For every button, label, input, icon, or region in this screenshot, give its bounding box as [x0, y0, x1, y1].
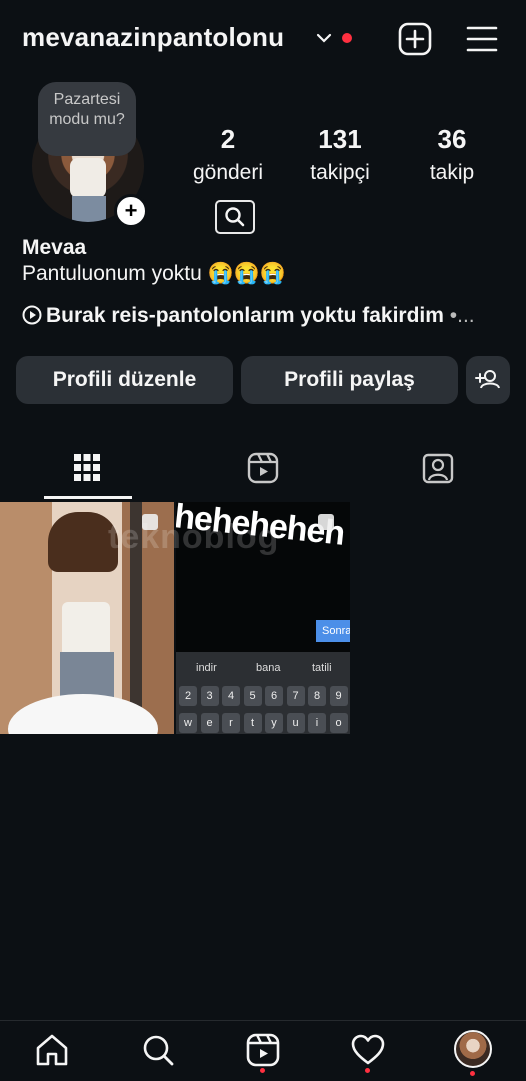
hamburger-menu-icon[interactable] [466, 24, 498, 54]
keyboard-key: r [222, 713, 240, 733]
keyboard-key: 8 [308, 686, 326, 706]
profile-search-button[interactable] [215, 200, 255, 234]
search-icon [225, 207, 245, 227]
post-sonra-button: Sonra [316, 620, 350, 642]
keyboard-key: 7 [286, 686, 305, 706]
tab-tagged[interactable] [350, 440, 525, 500]
keyboard-key: o [329, 713, 348, 733]
profile-username[interactable]: mevanazinpantolonu [22, 22, 284, 53]
play-circle-icon [22, 305, 42, 325]
keyboard-key: i [308, 713, 326, 733]
tab-grid[interactable] [0, 440, 175, 500]
reels-badge-dot [260, 1068, 265, 1073]
keyboard-key: w [179, 713, 197, 733]
suggestion-1: indir [196, 662, 217, 674]
keyboard-key: 4 [222, 686, 240, 706]
keyboard-key: 6 [265, 686, 283, 706]
followers-label: takipçi [310, 161, 370, 184]
grid-icon [74, 454, 100, 481]
tagged-icon [422, 453, 454, 484]
reels-icon [247, 452, 279, 484]
add-user-icon [475, 370, 500, 389]
heart-icon[interactable] [350, 1032, 386, 1068]
posts-label: gönderi [192, 161, 264, 184]
plus-square-icon[interactable] [398, 22, 432, 56]
following-count: 36 [437, 124, 467, 154]
bio-text: Pantuluonum yoktu 😭😭😭 [22, 262, 287, 285]
display-name: Mevaa [22, 236, 87, 259]
watermark: teknoblog [108, 518, 280, 556]
active-tab-indicator [44, 496, 132, 499]
stat-followers[interactable]: 131 takipçi [296, 124, 384, 185]
music-title: Burak reis-pantolonlarım yoktu fakirdim [46, 304, 444, 327]
keyboard-key: 9 [329, 686, 348, 706]
home-icon[interactable] [34, 1032, 70, 1068]
add-story-plus-icon[interactable]: + [114, 194, 148, 228]
top-bar: mevanazinpantolonu [0, 0, 526, 80]
followers-count: 131 [318, 124, 362, 154]
chevron-down-icon[interactable] [314, 30, 334, 46]
profile-nav-avatar[interactable] [454, 1030, 492, 1068]
posts-count: 2 [220, 124, 236, 154]
keyboard-key: 3 [200, 686, 219, 706]
discover-people-button[interactable] [466, 356, 510, 404]
music-more: •... [449, 304, 475, 327]
reels-icon[interactable] [245, 1032, 281, 1068]
edit-profile-button[interactable]: Profili düzenle [16, 356, 233, 404]
keyboard-key: u [286, 713, 305, 733]
search-icon[interactable] [140, 1032, 176, 1068]
suggestion-2: bana [256, 662, 281, 674]
keyboard-key: 5 [243, 686, 262, 706]
share-profile-button[interactable]: Profili paylaş [241, 356, 458, 404]
profile-music[interactable]: Burak reis-pantolonlarım yoktu fakirdim … [22, 304, 475, 328]
notification-dot [342, 33, 352, 43]
keyboard-key: 2 [179, 686, 197, 706]
keyboard-key: e [200, 713, 219, 733]
stat-posts[interactable]: 2 gönderi [176, 124, 280, 185]
tab-reels[interactable] [175, 440, 350, 500]
multi-select-icon [318, 514, 334, 530]
keyboard-key: y [265, 713, 283, 733]
keyboard-key: t [243, 713, 262, 733]
profile-badge-dot [470, 1071, 475, 1076]
stat-following[interactable]: 36 takip [410, 124, 494, 185]
profile-tabs [0, 440, 526, 500]
suggestion-3: tatili [312, 662, 332, 674]
activity-badge-dot [365, 1068, 370, 1073]
profile-note-bubble[interactable]: Pazartesi modu mu? [38, 82, 136, 156]
following-label: takip [429, 161, 475, 184]
